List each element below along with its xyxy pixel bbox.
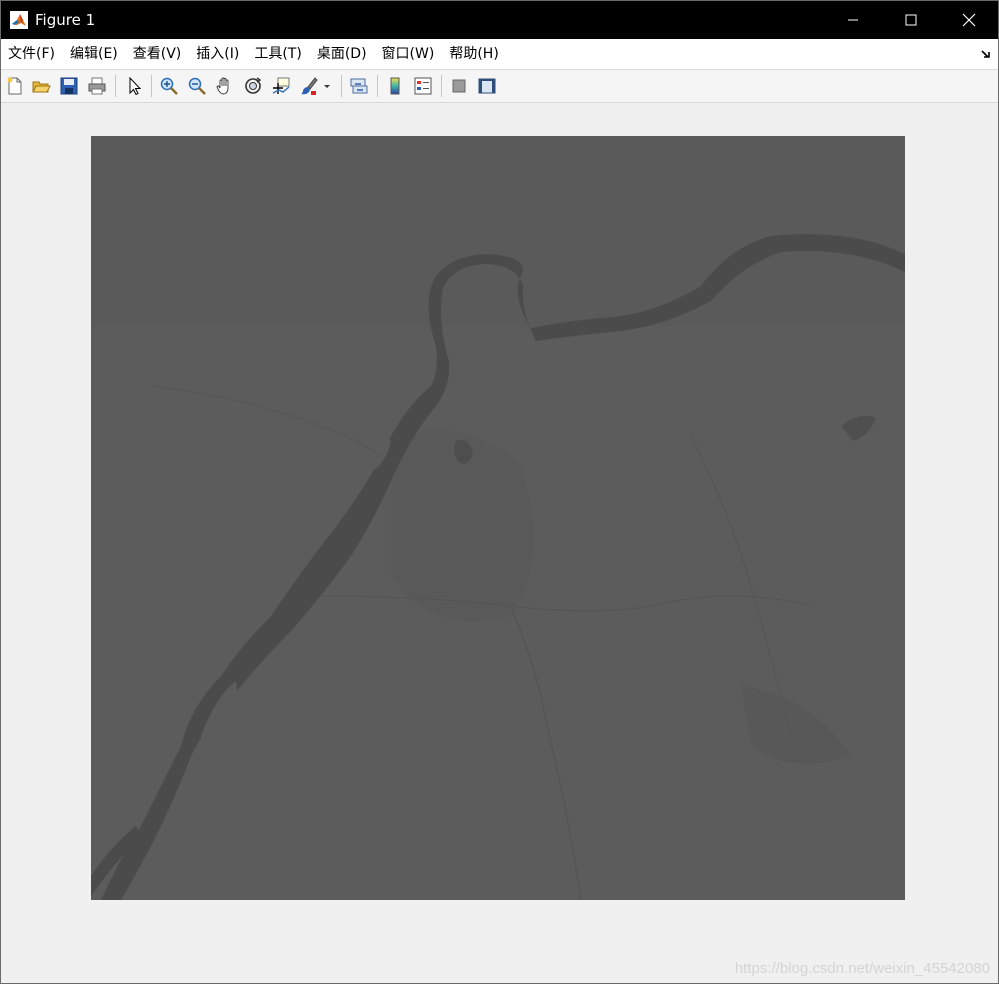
new-figure-icon [7, 77, 22, 95]
menu-file[interactable]: 文件(F) [1, 39, 63, 69]
insert-colorbar-button[interactable] [383, 74, 407, 98]
print-icon [88, 77, 106, 95]
open-file-button[interactable] [29, 74, 53, 98]
data-cursor-button[interactable] [269, 74, 293, 98]
select-button[interactable] [122, 74, 146, 98]
print-button[interactable] [85, 74, 109, 98]
show-plot-tools-icon [478, 78, 496, 94]
rotate-3d-button[interactable] [241, 74, 265, 98]
brush-dropdown-button[interactable] [321, 74, 333, 98]
minimize-icon [848, 19, 858, 21]
zoom-in-button[interactable] [157, 74, 181, 98]
show-plot-tools-button[interactable] [475, 74, 499, 98]
minimize-button[interactable] [824, 1, 882, 39]
menu-view[interactable]: 查看(V) [126, 39, 190, 69]
hide-plot-tools-button[interactable] [447, 74, 471, 98]
colorbar-icon [390, 77, 400, 95]
figure-canvas: https://blog.csdn.net/weixin_45542080 [1, 103, 998, 983]
link-plot-button[interactable] [347, 74, 371, 98]
matlab-icon [10, 11, 28, 29]
legend-icon [414, 77, 432, 95]
pan-hand-icon [216, 77, 229, 95]
link-plot-icon [350, 78, 368, 94]
brush-dropdown-icon [324, 85, 330, 88]
close-button[interactable] [940, 1, 998, 39]
menu-tools[interactable]: 工具(T) [247, 39, 309, 69]
menu-window[interactable]: 窗口(W) [375, 39, 443, 69]
new-figure-button[interactable] [3, 74, 27, 98]
insert-legend-button[interactable] [411, 74, 435, 98]
window-title: Figure 1 [35, 11, 96, 29]
rotate-3d-icon [245, 77, 262, 94]
pan-button[interactable] [213, 74, 237, 98]
title-bar[interactable]: Figure 1 [1, 1, 998, 39]
satellite-image[interactable] [91, 136, 905, 900]
save-button[interactable] [57, 74, 81, 98]
close-icon [962, 13, 976, 27]
data-cursor-icon [272, 77, 290, 94]
dock-arrow-icon[interactable] [980, 48, 992, 60]
select-arrow-icon [129, 76, 142, 96]
maximize-button[interactable] [882, 1, 940, 39]
menu-insert[interactable]: 插入(I) [189, 39, 247, 69]
brush-button[interactable] [297, 74, 321, 98]
save-icon [60, 77, 78, 95]
menu-help[interactable]: 帮助(H) [442, 39, 506, 69]
menu-edit[interactable]: 编辑(E) [63, 39, 126, 69]
zoom-out-button[interactable] [185, 74, 209, 98]
figure-toolbar [1, 70, 998, 103]
figure-window: Figure 1 文件(F) 编辑(E) 查看(V) 插入(I) 工具(T) 桌… [0, 0, 999, 984]
zoom-in-icon [160, 77, 178, 95]
open-file-icon [32, 81, 51, 93]
hide-plot-tools-icon [452, 79, 466, 93]
brush-icon [301, 77, 318, 95]
zoom-out-icon [188, 77, 206, 95]
maximize-icon [905, 14, 917, 26]
menu-bar: 文件(F) 编辑(E) 查看(V) 插入(I) 工具(T) 桌面(D) 窗口(W… [1, 39, 998, 70]
menu-desktop[interactable]: 桌面(D) [310, 39, 375, 69]
watermark: https://blog.csdn.net/weixin_45542080 [734, 960, 990, 977]
